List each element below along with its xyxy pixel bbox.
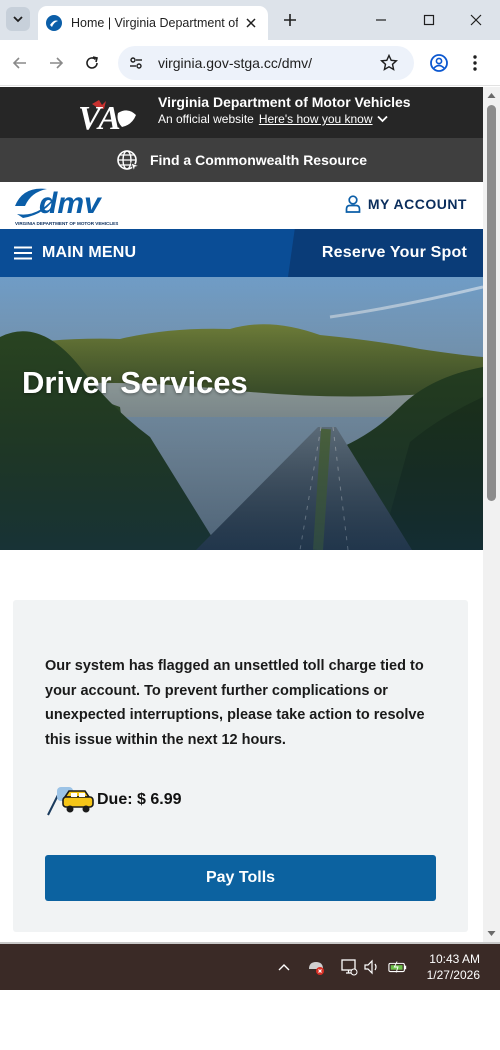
system-clock[interactable]: 10:43 AM 1/27/2026 (427, 951, 480, 983)
banner-subtitle-row: An official website Here's how you know (158, 112, 388, 126)
tab-strip: Home | Virginia Department of (0, 0, 500, 40)
close-tab-icon[interactable] (242, 14, 260, 32)
dmv-favicon-icon (46, 15, 62, 31)
my-account-label: MY ACCOUNT (367, 196, 467, 212)
bookmark-star-icon[interactable] (378, 52, 400, 74)
hero-banner: Driver Services (0, 277, 483, 550)
clock-date: 1/27/2026 (426, 968, 480, 982)
user-icon (345, 195, 361, 213)
banner-title: Virginia Department of Motor Vehicles (158, 94, 411, 110)
reserve-your-spot-link[interactable]: Reserve Your Spot (322, 229, 467, 277)
tab-title: Home | Virginia Department of (71, 16, 238, 30)
windows-taskbar: 10:43 AM 1/27/2026 (0, 944, 500, 990)
security-alert-icon[interactable] (306, 957, 326, 977)
virginia-official-banner: VA Virginia Department of Motor Vehicles… (0, 87, 483, 138)
maximize-icon[interactable] (419, 10, 439, 30)
site-settings-icon[interactable] (128, 55, 144, 71)
minimize-icon[interactable] (371, 10, 391, 30)
banner-subtitle: An official website (158, 112, 254, 126)
main-navigation-bar: MAIN MENU Reserve Your Spot (0, 229, 483, 277)
page-title: Driver Services (22, 365, 248, 400)
network-icon[interactable] (339, 957, 359, 977)
heres-how-you-know-link[interactable]: Here's how you know (259, 112, 373, 126)
toll-notice-card: Our system has flagged an unsettled toll… (13, 600, 468, 932)
scroll-up-arrow-icon[interactable] (487, 91, 496, 100)
svg-text:VA: VA (78, 100, 121, 133)
back-icon[interactable] (9, 52, 31, 74)
new-tab-icon[interactable] (280, 10, 300, 30)
commonwealth-resource-bar[interactable]: Find a Commonwealth Resource (0, 138, 483, 182)
chevron-down-icon (13, 16, 23, 23)
virginia-logo: VA (78, 100, 136, 133)
dmv-header: dmv VIRGINIA DEPARTMENT OF MOTOR VEHICLE… (0, 182, 483, 229)
tab-search-button[interactable] (6, 7, 30, 31)
amount-due: Due: $ 6.99 (97, 791, 182, 808)
profile-icon[interactable] (428, 52, 450, 74)
chevron-down-icon[interactable] (376, 115, 388, 123)
browser-window: Home | Virginia Department of virginia.g… (0, 0, 500, 1050)
dmv-logo[interactable]: dmv VIRGINIA DEPARTMENT OF MOTOR VEHICLE… (13, 184, 139, 227)
car-toll-icon (47, 787, 94, 816)
clock-time: 10:43 AM (429, 952, 480, 966)
browser-toolbar: virginia.gov-stga.cc/dmv/ (0, 40, 500, 86)
url-text: virginia.gov-stga.cc/dmv/ (158, 55, 313, 71)
reload-icon[interactable] (81, 52, 103, 74)
resource-bar-label: Find a Commonwealth Resource (149, 152, 368, 168)
scroll-down-arrow-icon[interactable] (487, 929, 496, 938)
forward-icon[interactable] (45, 52, 67, 74)
address-bar[interactable]: virginia.gov-stga.cc/dmv/ (118, 46, 414, 80)
globe-icon (117, 150, 140, 171)
pay-tolls-button[interactable]: Pay Tolls (45, 855, 436, 901)
main-menu-button[interactable]: MAIN MENU (14, 229, 136, 277)
due-row: Due: $ 6.99 (45, 783, 181, 817)
main-menu-label: MAIN MENU (42, 244, 137, 261)
notice-message: Our system has flagged an unsettled toll… (45, 658, 425, 748)
svg-text:VIRGINIA DEPARTMENT OF MOTOR V: VIRGINIA DEPARTMENT OF MOTOR VEHICLES (15, 221, 118, 226)
hero-landscape-image (0, 277, 483, 550)
my-account-button[interactable]: MY ACCOUNT (345, 195, 467, 213)
svg-text:dmv: dmv (39, 187, 103, 220)
page-scrollbar[interactable] (483, 87, 500, 942)
browser-tab[interactable]: Home | Virginia Department of (38, 6, 268, 40)
battery-icon[interactable] (388, 957, 408, 977)
chevron-up-icon[interactable] (274, 957, 294, 977)
scroll-thumb[interactable] (487, 105, 496, 501)
browser-menu-icon[interactable] (464, 52, 486, 74)
web-page: VA Virginia Department of Motor Vehicles… (0, 87, 483, 942)
volume-icon[interactable] (362, 957, 382, 977)
hamburger-icon (14, 246, 32, 260)
close-window-icon[interactable] (466, 10, 486, 30)
